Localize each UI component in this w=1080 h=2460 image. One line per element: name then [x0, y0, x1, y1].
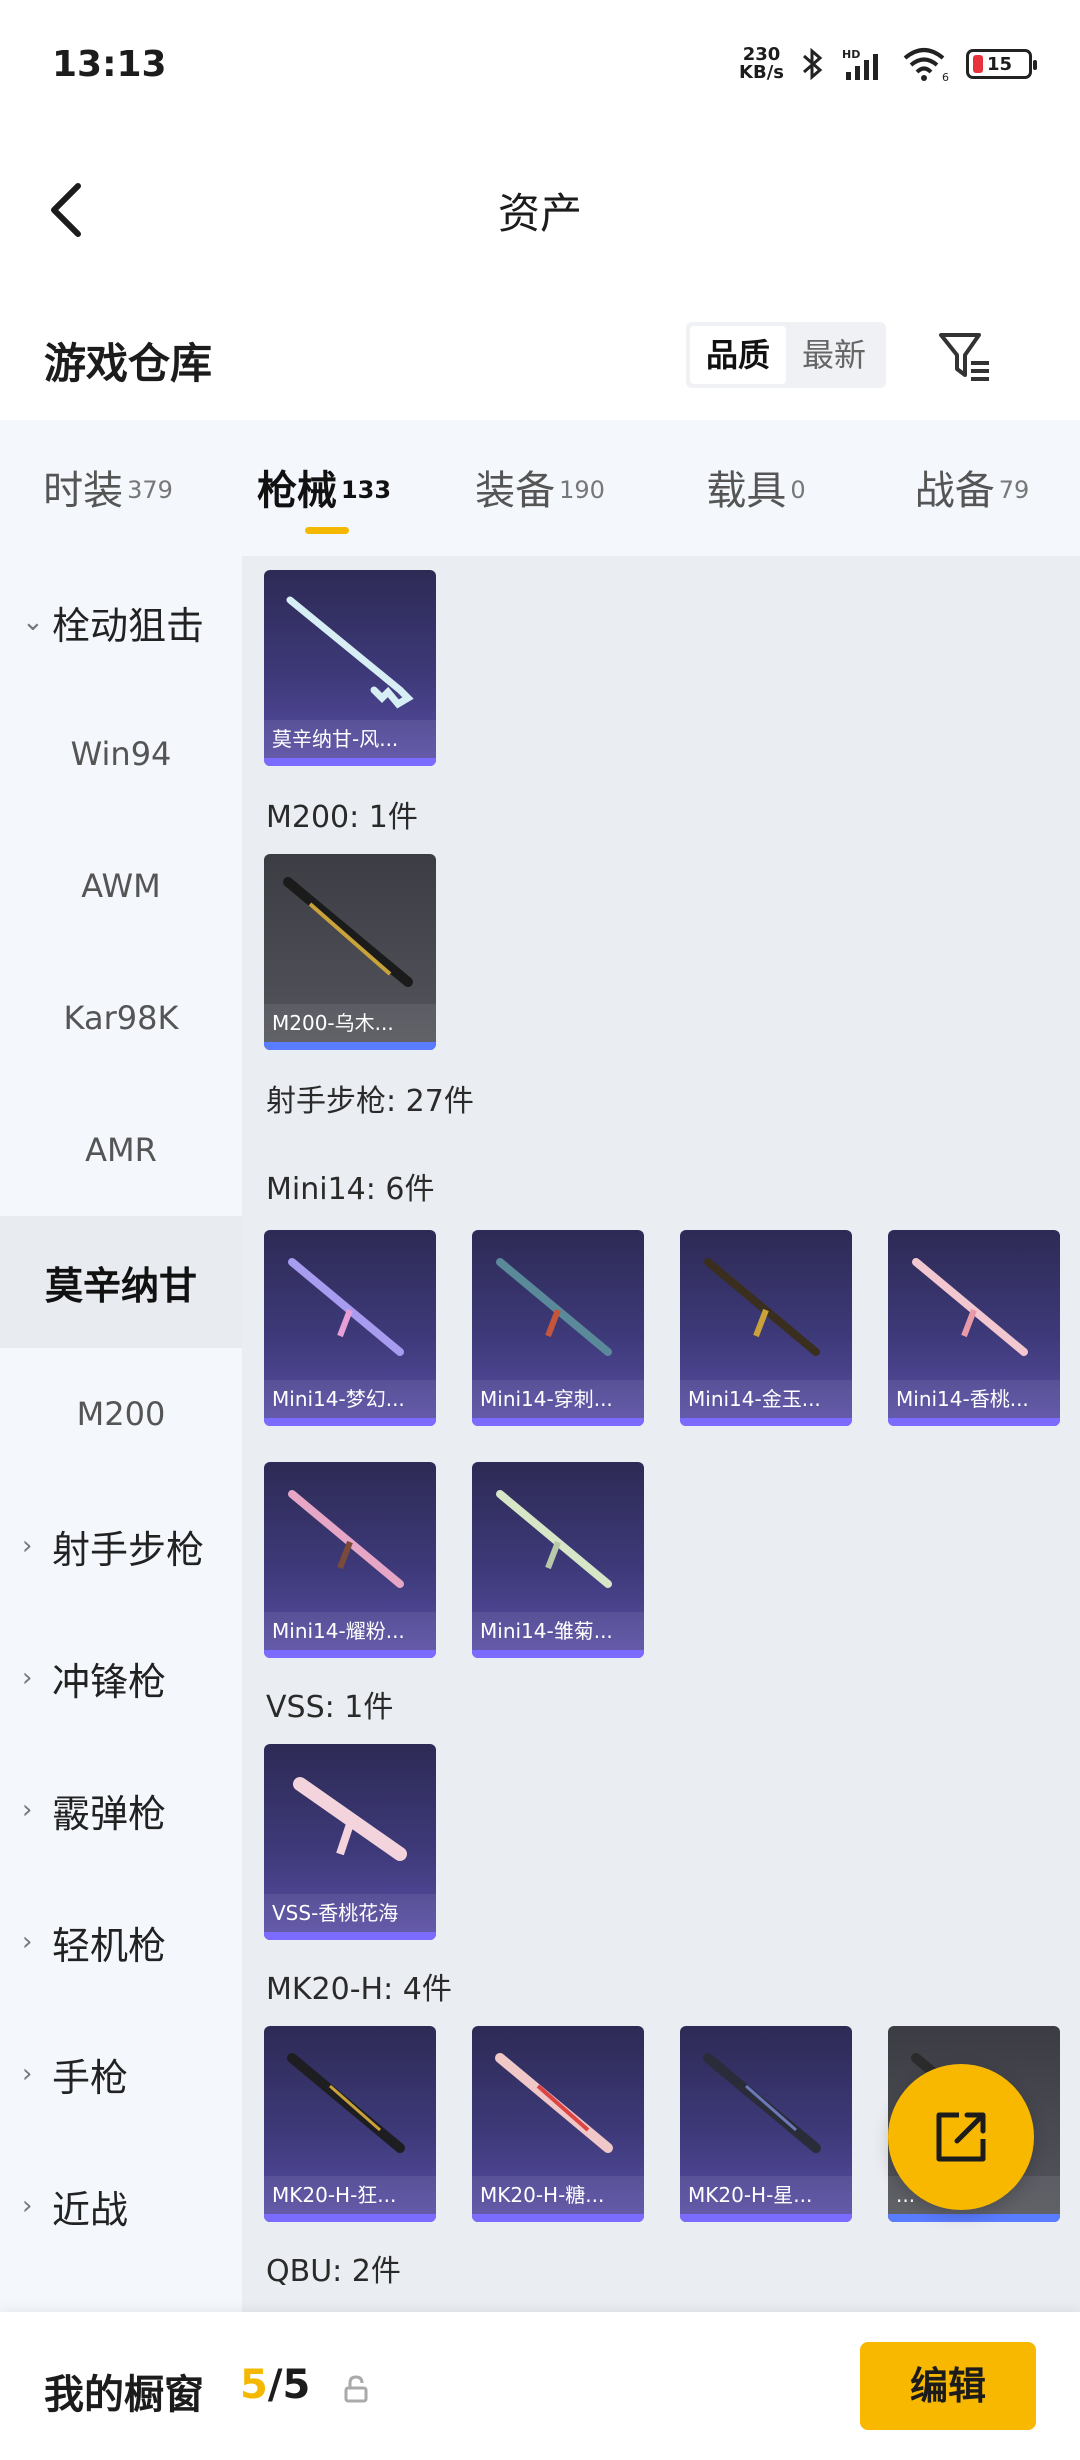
sidebar-item-smg[interactable]: › 冲锋枪 [0, 1612, 242, 1744]
sidebar-item-mosin[interactable]: 莫辛纳甘 [0, 1216, 242, 1348]
battery-icon: 15 [966, 49, 1037, 79]
sidebar-item-bolt-action[interactable]: ⌄ 栓动狙击 [0, 556, 242, 688]
sniper-rifle-icon [283, 877, 413, 987]
page-title: 资产 [497, 189, 582, 238]
weapon-card[interactable]: MK20-H-狂... [264, 2026, 436, 2222]
sort-option-newest[interactable]: 最新 [786, 326, 882, 384]
tab-vehicles[interactable]: 载具 0 [648, 420, 864, 556]
sidebar-item-amr[interactable]: AMR [0, 1084, 242, 1216]
chevron-down-icon: ⌄ [22, 607, 44, 637]
weapon-card[interactable]: Mini14-香桃... [888, 1230, 1060, 1426]
chevron-right-icon: › [22, 1927, 33, 1957]
weapon-sidebar: ⌄ 栓动狙击 Win94 AWM Kar98K AMR 莫辛纳甘 M200 › 射手… [0, 556, 242, 2312]
sort-toggle: 品质 最新 [686, 322, 886, 388]
weapon-card[interactable]: Mini14-穿刺... [472, 1230, 644, 1426]
svg-text:6: 6 [942, 71, 949, 82]
weapon-card[interactable]: Mini14-梦幻... [264, 1230, 436, 1426]
external-link-icon [936, 2112, 986, 2162]
rifle-icon [293, 1777, 407, 1861]
sidebar-item-m200[interactable]: M200 [0, 1348, 242, 1480]
rifle-icon [286, 596, 414, 709]
chevron-right-icon: › [22, 2191, 33, 2221]
share-fab[interactable] [888, 2064, 1034, 2210]
rifle-icon [495, 2053, 613, 2153]
tab-firearms[interactable]: 枪械 133 [216, 420, 432, 556]
warehouse-header: 游戏仓库 品质 最新 [0, 300, 1080, 410]
weapon-card[interactable]: M200-乌木... [264, 854, 436, 1050]
chevron-right-icon: › [22, 1663, 33, 1693]
status-time: 13:13 [52, 44, 167, 85]
status-icons: 230 KB/s HD 6 15 [739, 44, 1037, 83]
weapon-grid: 莫辛纳甘-风... M200: 1件 M200-乌木... 射手步枪: 27件 … [242, 556, 1080, 2312]
showcase-count: 5/5 [240, 2362, 311, 2408]
sidebar-item-win94[interactable]: Win94 [0, 688, 242, 820]
sidebar-item-pistol[interactable]: › 手枪 [0, 2008, 242, 2140]
bluetooth-icon [803, 47, 823, 81]
rifle-icon [288, 1490, 404, 1588]
rifle-icon [703, 2053, 821, 2153]
showcase-bar: 我的橱窗 5/5 编辑 [0, 2312, 1080, 2460]
weapon-card[interactable]: 莫辛纳甘-风... [264, 570, 436, 766]
sidebar-item-kar98k[interactable]: Kar98K [0, 952, 242, 1084]
svg-text:HD: HD [842, 48, 860, 61]
group-label: 射手步枪: 27件 [266, 1084, 474, 1119]
rifle-icon [496, 1490, 612, 1588]
group-label: Mini14: 6件 [266, 1172, 435, 1207]
filter-button[interactable] [930, 322, 1000, 392]
group-label: QBU: 2件 [266, 2254, 401, 2289]
tab-fashion[interactable]: 时装 379 [0, 420, 216, 556]
tab-supplies[interactable]: 战备 79 [864, 420, 1080, 556]
sidebar-item-melee[interactable]: › 近战 [0, 2140, 242, 2272]
sort-option-quality[interactable]: 品质 [690, 326, 786, 384]
chevron-right-icon: › [22, 2059, 33, 2089]
active-tab-indicator [305, 527, 349, 534]
filter-icon [939, 333, 989, 381]
sidebar-item-awm[interactable]: AWM [0, 820, 242, 952]
weapon-card[interactable]: Mini14-雏菊... [472, 1462, 644, 1658]
chevron-right-icon: › [22, 1795, 33, 1825]
warehouse-title: 游戏仓库 [44, 339, 213, 388]
tab-equipment[interactable]: 装备 190 [432, 420, 648, 556]
status-bar: 13:13 230 KB/s HD 6 15 [0, 0, 1080, 140]
weapon-card[interactable]: Mini14-金玉... [680, 1230, 852, 1426]
weapon-card[interactable]: VSS-香桃花海 [264, 1744, 436, 1940]
rifle-icon [704, 1258, 820, 1356]
rifle-icon [912, 1258, 1028, 1356]
weapon-card[interactable]: Mini14-耀粉... [264, 1462, 436, 1658]
header: 资产 [0, 140, 1080, 280]
rifle-icon [288, 1258, 404, 1356]
rifle-icon [496, 1258, 612, 1356]
category-tabs: 时装 379 枪械 133 装备 190 载具 0 战备 79 [0, 420, 1080, 556]
lock-icon [344, 2375, 368, 2403]
group-label: MK20-H: 4件 [266, 1972, 452, 2007]
sidebar-item-lmg[interactable]: › 轻机枪 [0, 1876, 242, 2008]
weapon-card[interactable]: MK20-H-糖... [472, 2026, 644, 2222]
cellular-signal-icon: HD [842, 48, 878, 80]
sidebar-item-marksman[interactable]: › 射手步枪 [0, 1480, 242, 1612]
sidebar-item-shotgun[interactable]: › 霰弹枪 [0, 1744, 242, 1876]
group-label: VSS: 1件 [266, 1690, 394, 1725]
edit-button[interactable]: 编辑 [860, 2342, 1036, 2430]
weapon-card[interactable]: MK20-H-星... [680, 2026, 852, 2222]
network-speed: 230 KB/s [739, 44, 784, 83]
rifle-icon [287, 2053, 405, 2153]
group-label: M200: 1件 [266, 800, 418, 835]
wifi-icon: 6 [903, 48, 949, 82]
showcase-label: 我的橱窗 [44, 2372, 204, 2418]
chevron-right-icon: › [22, 1531, 33, 1561]
